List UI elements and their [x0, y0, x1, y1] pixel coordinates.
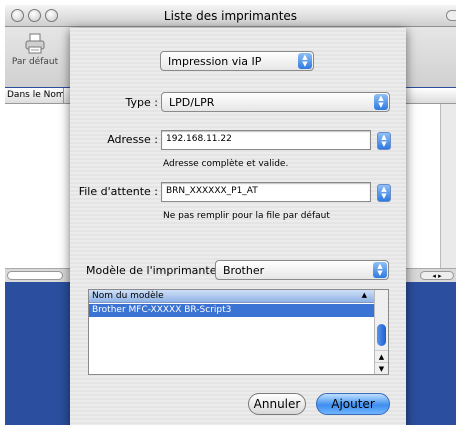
column-divider[interactable] [63, 88, 64, 104]
cancel-button[interactable]: Annuler [248, 393, 306, 415]
queue-label: File d'attente : [78, 185, 158, 198]
sort-ascending-icon: ▲ [361, 291, 367, 299]
model-table[interactable]: Nom du modèle ▲ Brother MFC-XXXXX BR-Scr… [88, 289, 389, 375]
scroll-arrows-icon[interactable]: ◂ ▸ [420, 271, 454, 280]
list-vertical-scrollbar[interactable] [440, 104, 456, 268]
scroll-up-icon[interactable]: ▲ [375, 350, 388, 362]
model-row-label: Brother MFC-XXXXX BR-Script3 [92, 305, 232, 315]
scroll-down-icon[interactable]: ▼ [375, 362, 388, 374]
protocol-type-popup[interactable]: LPD/LPR ▲ ▼ [161, 92, 390, 112]
printer-list-window: Liste des imprimantes Par défaut Dans le… [5, 5, 456, 425]
default-printer-button[interactable]: Par défaut [9, 33, 61, 67]
add-printer-sheet: Impression via IP ▲ ▼ Type : LPD/LPR ▲ ▼ A… [70, 28, 406, 425]
printer-icon [25, 33, 45, 54]
popup-arrows-icon: ▲ ▼ [374, 94, 388, 110]
scroll-thumb[interactable] [377, 324, 386, 346]
address-hint: Adresse complète et valide. [163, 159, 289, 169]
type-label: Type : [125, 96, 158, 109]
printer-model-value: Brother [223, 264, 265, 277]
queue-hint: Ne pas remplir pour la file par défaut [163, 211, 330, 221]
protocol-type-value: LPD/LPR [169, 96, 215, 109]
toolbar-toggle-button[interactable] [446, 10, 456, 21]
add-button[interactable]: Ajouter [316, 393, 390, 415]
address-field[interactable]: 192.168.11.22 [161, 130, 371, 150]
title-bar: Liste des imprimantes [5, 5, 456, 27]
window-title: Liste des imprimantes [163, 9, 298, 23]
connection-type-value: Impression via IP [168, 55, 262, 68]
printer-model-popup[interactable]: Brother ▲ ▼ [215, 260, 389, 280]
scroll-thumb[interactable] [7, 271, 63, 280]
printer-model-label: Modèle de l'imprimante : [86, 264, 224, 277]
model-column-header[interactable]: Nom du modèle ▲ [89, 290, 375, 303]
popup-arrows-icon: ▲ ▼ [298, 53, 312, 69]
popup-arrows-icon: ▲ ▼ [373, 262, 387, 278]
address-label: Adresse : [107, 133, 158, 146]
queue-history-button[interactable]: ▲ ▼ [377, 184, 391, 202]
table-row[interactable]: Brother MFC-XXXXX BR-Script3 [89, 304, 375, 317]
queue-field[interactable]: BRN_XXXXXX_P1_AT [161, 182, 371, 202]
connection-type-popup[interactable]: Impression via IP ▲ ▼ [160, 51, 314, 71]
model-column-title: Nom du modèle [92, 291, 164, 301]
address-history-button[interactable]: ▲ ▼ [377, 132, 391, 150]
model-table-scrollbar[interactable]: ▲ ▼ [374, 290, 388, 374]
default-printer-label: Par défaut [11, 57, 59, 67]
